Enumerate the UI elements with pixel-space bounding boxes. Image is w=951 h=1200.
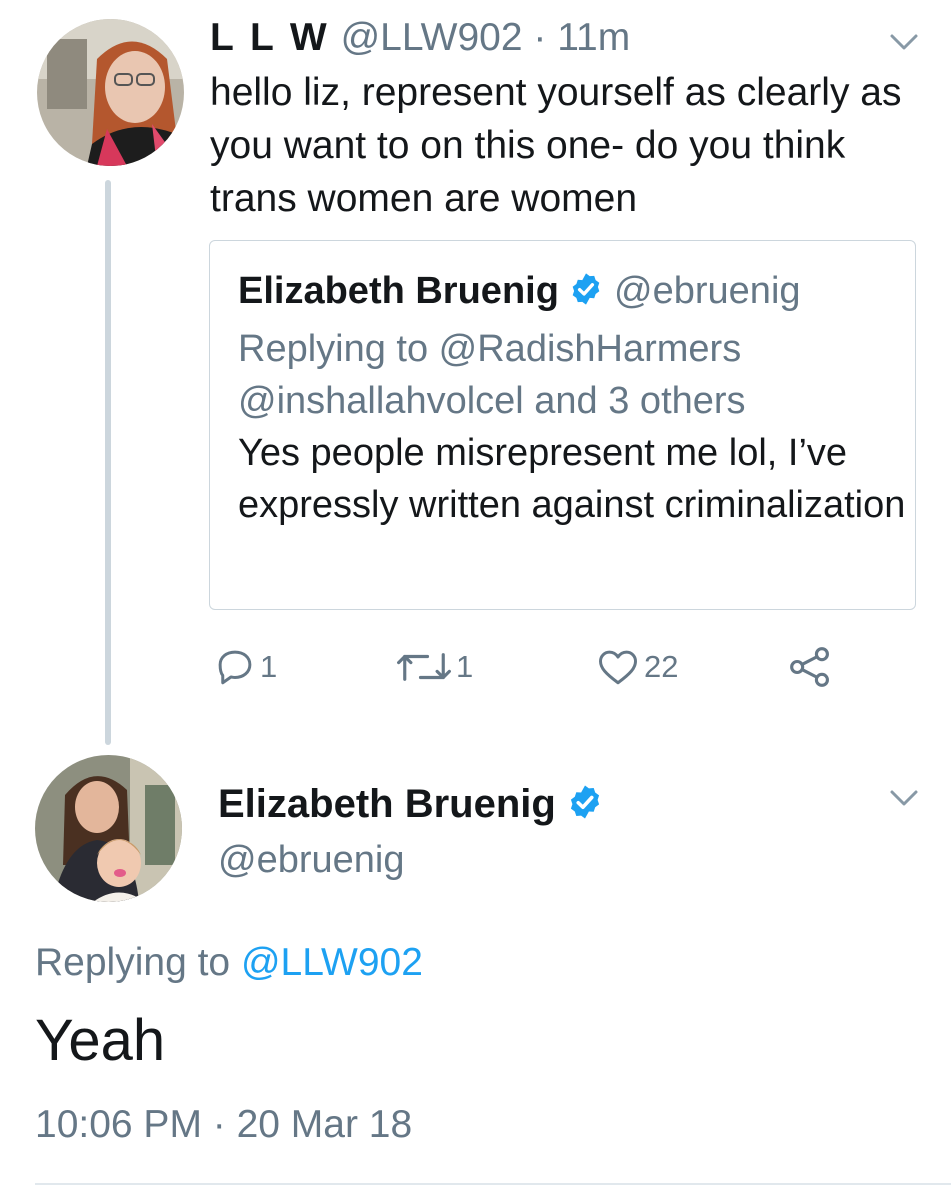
retweet-icon bbox=[397, 653, 451, 681]
tweet-llw-header: L L W @LLW902 · 11m bbox=[210, 14, 630, 62]
divider bbox=[35, 1183, 951, 1185]
chevron-down-icon[interactable] bbox=[889, 32, 919, 52]
avatar-ebruenig-image bbox=[35, 755, 182, 902]
share-icon bbox=[790, 647, 829, 687]
retweet-count: 1 bbox=[456, 649, 474, 684]
author-handle[interactable]: @LLW902 bbox=[341, 16, 523, 59]
reply-count: 1 bbox=[260, 649, 278, 684]
tweet-timestamp[interactable]: 10:06 PM · 20 Mar 18 bbox=[35, 1100, 412, 1150]
retweet-button[interactable]: 1 bbox=[396, 642, 473, 692]
thread-connector-line bbox=[105, 180, 111, 745]
quoted-tweet-text: Yes people misrepresent me lol, I’ve exp… bbox=[238, 432, 906, 526]
reply-button[interactable]: 1 bbox=[214, 642, 277, 692]
verified-badge-icon bbox=[570, 785, 600, 819]
tweet-text: hello liz, represent yourself as clearly… bbox=[210, 71, 902, 220]
avatar-llw-image bbox=[37, 19, 184, 166]
avatar-llw[interactable] bbox=[37, 19, 184, 166]
header-separator: · bbox=[533, 16, 547, 59]
author-name-text: Elizabeth Bruenig bbox=[218, 782, 556, 826]
quoted-replying-line-1: Replying to @RadishHarmers bbox=[238, 328, 742, 370]
author-handle-ebruenig[interactable]: @ebruenig bbox=[218, 836, 404, 884]
quoted-author-handle: @ebruenig bbox=[614, 270, 801, 312]
tweet-main-text: Yeah bbox=[35, 1008, 166, 1073]
replying-to-line: Replying to @LLW902 bbox=[35, 938, 423, 988]
share-button[interactable] bbox=[788, 642, 832, 692]
tweet-time[interactable]: 11m bbox=[557, 16, 630, 59]
author-name[interactable]: L L W bbox=[210, 16, 330, 59]
quoted-author-name: Elizabeth Bruenig bbox=[238, 270, 559, 312]
verified-badge-icon bbox=[573, 273, 600, 305]
like-count: 22 bbox=[644, 649, 679, 684]
avatar-ebruenig[interactable] bbox=[35, 755, 182, 902]
replying-to-link[interactable]: @LLW902 bbox=[241, 941, 423, 984]
author-name-ebruenig[interactable]: Elizabeth Bruenig bbox=[218, 780, 603, 828]
quoted-replying-line-2: @inshallahvolcel and 3 others bbox=[238, 380, 746, 422]
like-icon bbox=[599, 650, 637, 685]
reply-icon bbox=[218, 650, 252, 685]
like-button[interactable]: 22 bbox=[596, 642, 678, 692]
quoted-tweet-card[interactable]: Elizabeth Bruenig @ebruenig Replying to … bbox=[209, 240, 916, 610]
chevron-down-icon[interactable] bbox=[889, 788, 919, 808]
replying-prefix: Replying to bbox=[35, 941, 231, 984]
quoted-header: Elizabeth Bruenig @ebruenig bbox=[238, 265, 908, 317]
